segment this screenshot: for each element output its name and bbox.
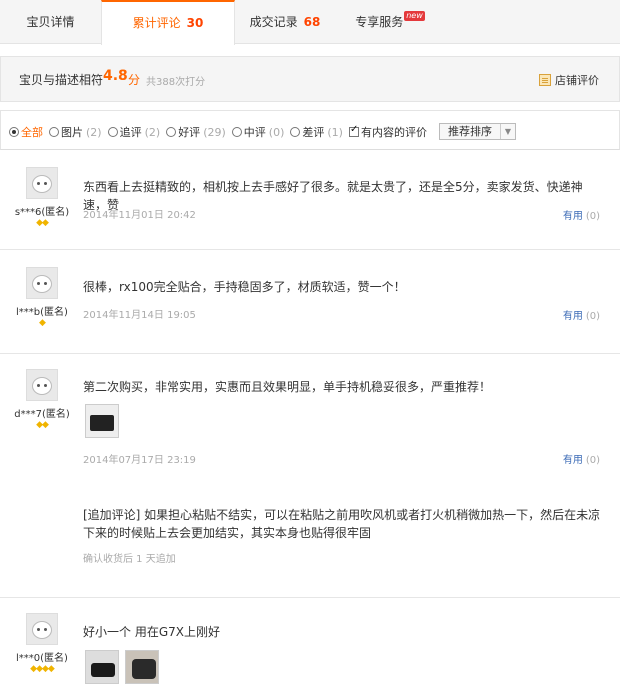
useful-label: 有用 bbox=[562, 211, 583, 222]
credit-level-icon: ◆◆◆◆ bbox=[30, 664, 55, 674]
reviewer-name: d***7(匿名) bbox=[14, 409, 70, 420]
photo-content bbox=[132, 659, 156, 679]
tab-item-details[interactable]: 宝贝详情 bbox=[0, 0, 101, 44]
review-text: 第二次购买，非常实用，实惠而且效果明显，单手持机稳妥很多，严重推荐！ bbox=[83, 380, 492, 394]
review-photo-thumbnail[interactable] bbox=[125, 650, 159, 684]
useful-label: 有用 bbox=[562, 455, 583, 466]
filter-neutral-radio[interactable] bbox=[231, 126, 242, 137]
filter-positive-option[interactable]: 好评 (29) bbox=[178, 124, 226, 140]
filter-count: (2) bbox=[86, 125, 102, 139]
filter-count: (0) bbox=[268, 125, 285, 139]
tab-exclusive-service[interactable]: 专享服务 new bbox=[335, 0, 445, 44]
avatar[interactable] bbox=[26, 267, 58, 299]
rating-summary: 宝贝与描述相符 4.8 分 共388次打分 店铺评价 bbox=[0, 56, 620, 102]
rating-times: 共388次打分 bbox=[146, 77, 206, 88]
tab-label: 成交记录 bbox=[249, 15, 298, 29]
reviewer-name: s***6(匿名) bbox=[14, 207, 70, 218]
review-item: l***b(匿名) ◆ 很棒，rx100完全贴合，手持稳固多了，材质软适，赞一个… bbox=[0, 250, 620, 354]
with-content-label[interactable]: 有内容的评价 bbox=[361, 124, 427, 140]
filter-label: 好评 bbox=[178, 125, 201, 139]
avatar[interactable] bbox=[26, 167, 58, 199]
filter-count: (29) bbox=[203, 125, 226, 139]
avatar[interactable] bbox=[26, 369, 58, 401]
review-photo-thumbnail[interactable] bbox=[85, 650, 119, 684]
review-photo-thumbnail[interactable] bbox=[85, 404, 119, 438]
filter-all-radio[interactable] bbox=[9, 126, 19, 137]
filter-negative-option[interactable]: 差评 (1) bbox=[302, 124, 343, 140]
tab-transactions[interactable]: 成交记录 68 bbox=[235, 0, 335, 44]
sort-select[interactable]: 推荐排序 ▼ bbox=[438, 123, 516, 140]
filter-count: (1) bbox=[327, 125, 343, 139]
useful-count: (0) bbox=[585, 455, 600, 466]
filter-label: 差评 bbox=[302, 125, 325, 139]
useful-button[interactable]: 有用 (0) bbox=[563, 451, 600, 466]
filter-neutral-option[interactable]: 中评 (0) bbox=[244, 124, 285, 140]
review-date: 2014年07月17日 23:19 bbox=[83, 455, 196, 466]
filter-append-option[interactable]: 追评 (2) bbox=[120, 124, 161, 140]
reviewer-name: l***b(匿名) bbox=[16, 307, 68, 318]
tab-count: 68 bbox=[303, 15, 321, 29]
reviewer-info: s***6(匿名) ◆◆ bbox=[12, 167, 72, 228]
filter-positive-radio[interactable] bbox=[166, 126, 177, 137]
filter-label: 追评 bbox=[119, 125, 142, 139]
shop-evaluation-link[interactable]: 店铺评价 bbox=[539, 72, 599, 88]
default-avatar-icon bbox=[32, 275, 52, 293]
rating-unit: 分 bbox=[128, 73, 141, 87]
photo-content bbox=[90, 415, 114, 431]
useful-button[interactable]: 有用 (0) bbox=[563, 207, 600, 222]
rating-label: 宝贝与描述相符 bbox=[19, 73, 104, 87]
review-item: d***7(匿名) ◆◆ 第二次购买，非常实用，实惠而且效果明显，单手持机稳妥很… bbox=[0, 354, 620, 598]
sort-value: 推荐排序 bbox=[447, 125, 492, 138]
credit-level-icon: ◆◆ bbox=[36, 218, 49, 228]
reviewer-name: l***0(匿名) bbox=[16, 653, 68, 664]
useful-button[interactable]: 有用 (0) bbox=[563, 307, 600, 322]
tab-label: 宝贝详情 bbox=[26, 15, 75, 29]
filter-label: 图片 bbox=[61, 125, 83, 139]
filter-negative-radio[interactable] bbox=[290, 126, 301, 137]
tab-label: 累计评论 bbox=[132, 16, 181, 30]
review-text: 好小一个 用在G7X上刚好 bbox=[83, 625, 220, 639]
default-avatar-icon bbox=[32, 175, 52, 193]
new-badge: new bbox=[404, 11, 425, 21]
review-text: 很棒，rx100完全贴合，手持稳固多了，材质软适，赞一个！ bbox=[83, 280, 406, 294]
tab-bar: 宝贝详情 累计评论 30 成交记录 68 专享服务 new bbox=[0, 0, 620, 45]
avatar[interactable] bbox=[26, 613, 58, 645]
useful-count: (0) bbox=[585, 211, 600, 222]
review-item: s***6(匿名) ◆◆ 东西看上去挺精致的，相机按上去手感好了很多。就是太贵了… bbox=[0, 150, 620, 250]
credit-level-icon: ◆ bbox=[39, 318, 46, 328]
useful-count: (0) bbox=[585, 311, 600, 322]
filter-image-option[interactable]: 图片 (2) bbox=[61, 124, 102, 140]
shop-evaluation-label: 店铺评价 bbox=[555, 74, 599, 87]
appended-review-text: [追加评论] 如果担心粘贴不结实，可以在粘贴之前用吹风机或者打火机稍微加热一下，… bbox=[83, 508, 601, 540]
tab-label: 专享服务 bbox=[355, 15, 404, 29]
reviewer-info: d***7(匿名) ◆◆ bbox=[12, 369, 72, 430]
appended-review-note: 确认收货后 1 天追加 bbox=[83, 554, 176, 565]
default-avatar-icon bbox=[32, 377, 52, 395]
rating-score: 4.8 bbox=[103, 68, 128, 84]
review-date: 2014年11月01日 20:42 bbox=[83, 210, 196, 221]
review-date: 2014年11月14日 19:05 bbox=[83, 310, 196, 321]
tab-reviews[interactable]: 累计评论 30 bbox=[101, 0, 235, 45]
calendar-icon bbox=[539, 74, 551, 86]
filter-image-radio[interactable] bbox=[49, 126, 59, 137]
filter-append-radio[interactable] bbox=[107, 126, 118, 137]
filter-count: (2) bbox=[144, 125, 161, 139]
filter-all-label[interactable]: 全部 bbox=[21, 124, 43, 140]
review-filter-bar: 全部 图片(2) 追评(2) 好评(29) 中评(0) 差评(1) 有内容的评价… bbox=[0, 110, 620, 150]
with-content-checkbox[interactable] bbox=[348, 124, 359, 137]
tab-count: 30 bbox=[186, 16, 204, 30]
reviewer-info: l***b(匿名) ◆ bbox=[12, 267, 72, 328]
reviewer-info: l***0(匿名) ◆◆◆◆ bbox=[12, 613, 72, 674]
useful-label: 有用 bbox=[562, 311, 583, 322]
credit-level-icon: ◆◆ bbox=[36, 420, 49, 430]
default-avatar-icon bbox=[32, 621, 52, 639]
photo-content bbox=[91, 663, 115, 677]
chevron-down-icon: ▼ bbox=[499, 124, 515, 139]
review-item: l***0(匿名) ◆◆◆◆ 好小一个 用在G7X上刚好 bbox=[0, 598, 620, 697]
filter-label: 中评 bbox=[243, 125, 266, 139]
